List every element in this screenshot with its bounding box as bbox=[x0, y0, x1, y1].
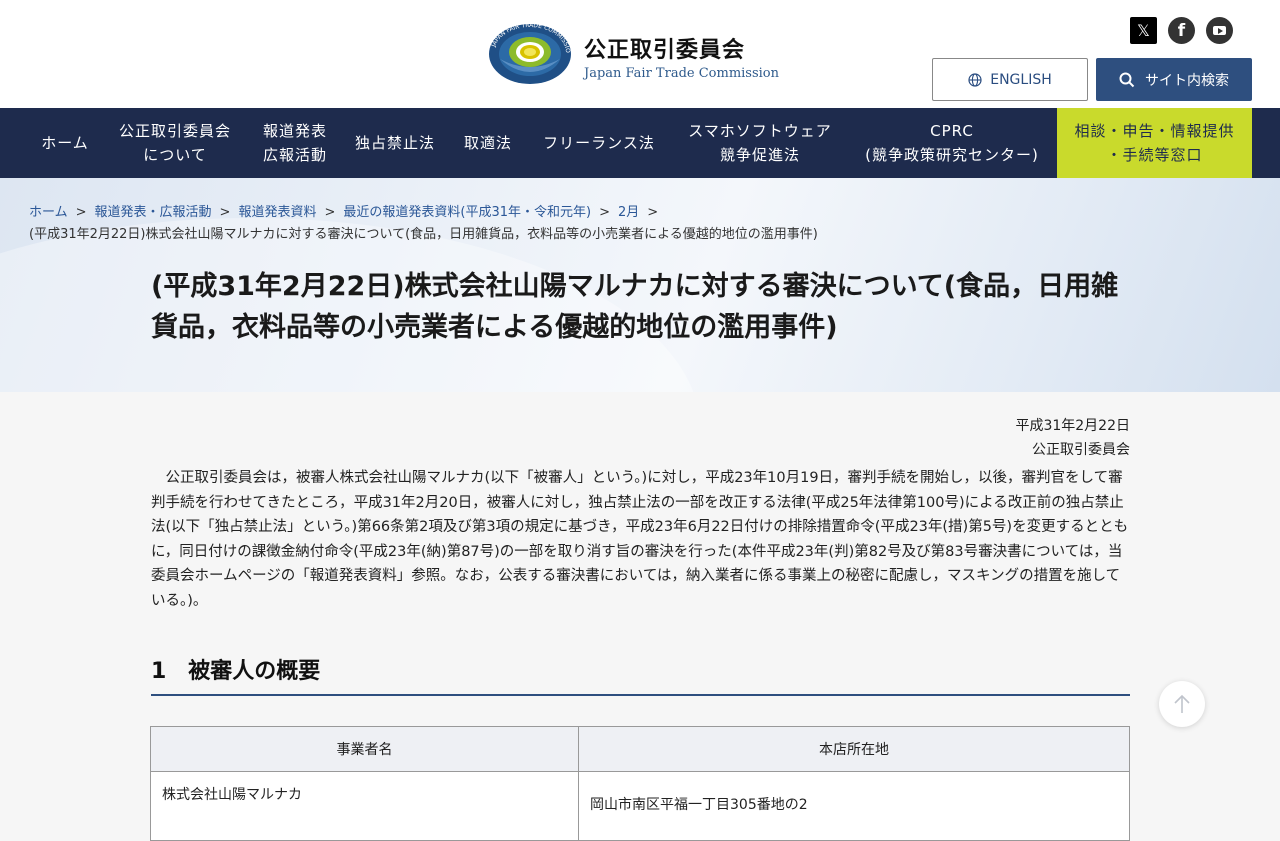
jftc-logo[interactable]: JAPAN FAIR TRADE COMMISSION bbox=[486, 18, 572, 85]
table-cell-company: 株式会社山陽マルナカ bbox=[150, 771, 579, 841]
table-header-row: 事業者名 本店所在地 bbox=[150, 726, 1130, 772]
nav-item-freelance[interactable]: フリーランス法 bbox=[532, 108, 666, 178]
english-button[interactable]: ENGLISH bbox=[932, 58, 1088, 101]
table-cell-address: 岡山市南区平福一丁目305番地の2 bbox=[578, 771, 1130, 841]
back-to-top-button[interactable] bbox=[1159, 681, 1205, 727]
breadcrumb-home[interactable]: ホーム bbox=[29, 205, 68, 220]
table-header-address: 本店所在地 bbox=[578, 726, 1130, 772]
nav-item-home[interactable]: ホーム bbox=[28, 108, 102, 178]
breadcrumb-separator: > bbox=[599, 205, 610, 220]
nav-item-subcontract[interactable]: 取適法 bbox=[454, 108, 522, 178]
arrow-up-icon bbox=[1174, 694, 1190, 713]
breadcrumb-month[interactable]: 2月 bbox=[618, 205, 639, 220]
breadcrumb-recent[interactable]: 最近の報道発表資料(平成31年・令和元年) bbox=[343, 205, 591, 220]
globe-icon bbox=[968, 72, 982, 87]
nav-item-smartphone-act[interactable]: スマホソフトウェア 競争促進法 bbox=[676, 108, 844, 178]
site-title[interactable]: 公正取引委員会 bbox=[584, 32, 745, 64]
main-content: 平成31年2月22日 公正取引委員会 公正取引委員会は，被審人株式会社山陽マルナ… bbox=[0, 392, 1280, 841]
breadcrumb: ホーム > 報道発表・広報活動 > 報道発表資料 > 最近の報道発表資料(平成31年・令和元… bbox=[29, 202, 1259, 246]
table-row: 株式会社山陽マルナカ 岡山市南区平福一丁目305番地の2 bbox=[150, 771, 1130, 841]
release-date: 平成31年2月22日 bbox=[1015, 418, 1130, 434]
breadcrumb-separator: > bbox=[75, 205, 87, 220]
page-title: (平成31年2月22日)株式会社山陽マルナカに対する審決について(食品，日用雑貨… bbox=[151, 271, 1119, 343]
search-icon bbox=[1119, 72, 1135, 87]
nav-item-cprc[interactable]: CPRC (競争政策研究センター) bbox=[854, 108, 1050, 178]
youtube-icon[interactable] bbox=[1206, 17, 1233, 44]
breadcrumb-current: (平成31年2月22日)株式会社山陽マルナカに対する審決について(食品，日用雑貨… bbox=[29, 227, 818, 242]
site-header: JAPAN FAIR TRADE COMMISSION 公正取引委員会 Japa… bbox=[0, 0, 1280, 108]
respondent-table: 事業者名 本店所在地 株式会社山陽マルナカ 岡山市南区平福一丁目305番地の2 bbox=[150, 726, 1130, 841]
search-label: サイト内検索 bbox=[1145, 72, 1229, 89]
breadcrumb-press[interactable]: 報道発表・広報活動 bbox=[95, 205, 212, 220]
release-meta: 平成31年2月22日 公正取引委員会 bbox=[1015, 414, 1130, 462]
global-nav: ホーム 公正取引委員会 について 報道発表 広報活動 独占禁止法 取適法 フリー… bbox=[0, 108, 1280, 178]
breadcrumb-press-materials[interactable]: 報道発表資料 bbox=[238, 205, 316, 220]
breadcrumb-separator: > bbox=[324, 205, 336, 220]
body-paragraph: 公正取引委員会は，被審人株式会社山陽マルナカ(以下「被審人」という。)に対し，平… bbox=[151, 470, 1129, 609]
english-label: ENGLISH bbox=[990, 71, 1052, 88]
table-header-company: 事業者名 bbox=[150, 726, 579, 772]
nav-item-about[interactable]: 公正取引委員会 について bbox=[108, 108, 242, 178]
release-issuer: 公正取引委員会 bbox=[1032, 442, 1130, 458]
breadcrumb-separator: > bbox=[219, 205, 231, 220]
nav-item-antimonopoly[interactable]: 独占禁止法 bbox=[346, 108, 444, 178]
site-subtitle: Japan Fair Trade Commission bbox=[584, 66, 779, 81]
page-hero: ホーム > 報道発表・広報活動 > 報道発表資料 > 最近の報道発表資料(平成31年・令和元… bbox=[0, 178, 1280, 392]
section-heading: 1 被審人の概要 bbox=[151, 659, 321, 684]
section-divider bbox=[151, 694, 1130, 696]
x-icon[interactable]: 𝕏 bbox=[1130, 17, 1157, 44]
nav-item-press[interactable]: 報道発表 広報活動 bbox=[252, 108, 338, 178]
site-search-button[interactable]: サイト内検索 bbox=[1096, 58, 1252, 101]
nav-item-consultation[interactable]: 相談・申告・情報提供 ・手続等窓口 bbox=[1057, 108, 1252, 178]
breadcrumb-separator: > bbox=[647, 205, 659, 220]
facebook-icon[interactable]: f bbox=[1168, 17, 1195, 44]
